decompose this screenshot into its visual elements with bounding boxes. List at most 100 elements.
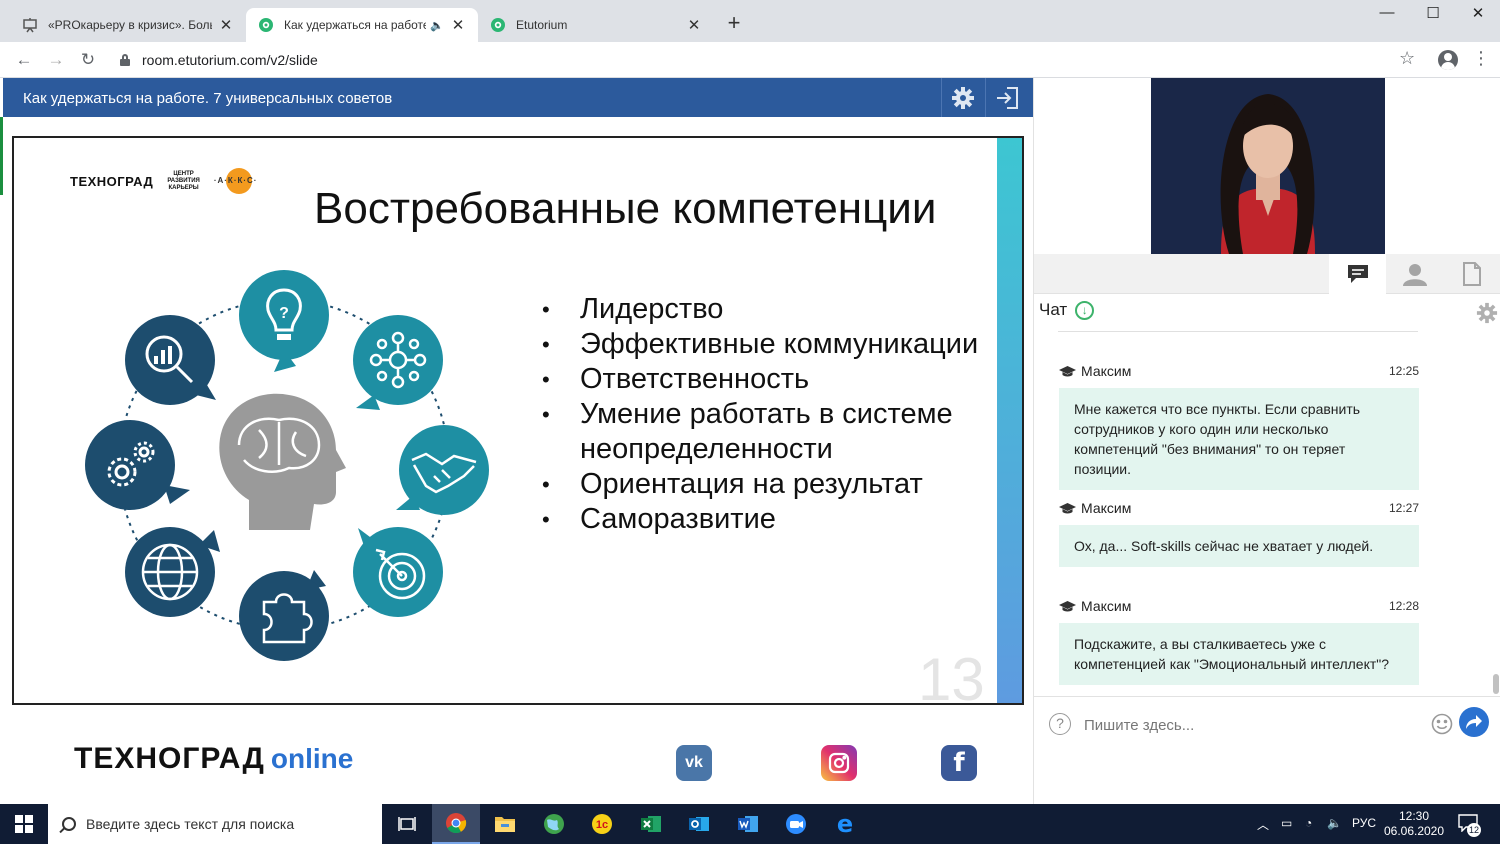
chat-panel-tabs — [1034, 254, 1500, 294]
list-item: Эффективные коммуникации — [542, 327, 982, 362]
target-icon — [353, 527, 443, 617]
chat-tab-button[interactable] — [1329, 254, 1386, 294]
chat-input-bar: ? Пишите здесь... — [1034, 696, 1500, 748]
menu-kebab-icon[interactable]: ⋮ — [1472, 48, 1490, 69]
1c-taskbar-button[interactable]: 1c — [578, 804, 626, 844]
technograd-logo: ТЕХНОГРАД — [70, 173, 154, 189]
chat-separator — [1058, 331, 1418, 332]
message-bubble: Мне кажется что все пункты. Если сравнит… — [1059, 388, 1419, 490]
task-view-button[interactable] — [383, 804, 431, 844]
svg-text:e: e — [837, 813, 853, 835]
analytics-magnifier-icon — [125, 315, 216, 405]
gear-icon — [1476, 302, 1498, 324]
system-clock[interactable]: 12:30 06.06.2020 — [1380, 809, 1448, 839]
windows-start-button[interactable] — [0, 804, 48, 844]
facebook-icon[interactable]: f — [941, 745, 977, 781]
head-brain-icon — [219, 393, 346, 530]
speaker-icon[interactable]: 🔈 — [430, 19, 444, 32]
profile-avatar-icon[interactable] — [1438, 50, 1458, 70]
language-indicator[interactable]: РУС — [1352, 816, 1376, 830]
reload-icon[interactable]: ↻ — [76, 48, 100, 72]
new-tab-button[interactable]: + — [722, 12, 746, 36]
chrome-taskbar-button[interactable] — [432, 804, 480, 844]
battery-icon[interactable]: ▭ — [1281, 816, 1292, 830]
presentation-slide: ТЕХНОГРАД ЦЕНТР РАЗВИТИЯ КАРЬЕРЫ ·А·К·К·С·… — [12, 136, 1024, 705]
chat-input[interactable]: Пишите здесь... — [1084, 717, 1194, 734]
left-accent-strip — [0, 117, 3, 195]
task-view-icon — [398, 817, 416, 831]
globe-app-icon — [544, 814, 564, 834]
slide-page-number: 13 — [918, 646, 985, 705]
files-tab-button[interactable] — [1443, 254, 1500, 294]
chat-scrollbar[interactable] — [1493, 674, 1499, 694]
exit-button[interactable] — [985, 78, 1028, 117]
message-author: Максим — [1081, 500, 1132, 516]
tab-active-lesson[interactable]: Как удержаться на работе. 7 универсальны… — [246, 8, 478, 42]
message-meta: Максим 12:27 — [1059, 499, 1419, 517]
presenter-avatar — [1151, 78, 1385, 254]
vk-icon[interactable]: vk — [676, 745, 712, 781]
exit-icon — [997, 86, 1018, 109]
maps-taskbar-button[interactable] — [530, 804, 578, 844]
tab-close-icon[interactable]: ✕ — [686, 16, 702, 34]
lock-icon — [120, 54, 130, 66]
message-bubble: Ох, да... Soft-skills сейчас не хватает … — [1059, 525, 1419, 567]
presentation-header: Как удержаться на работе. 7 универсальны… — [3, 78, 1033, 117]
zoom-taskbar-button[interactable] — [772, 804, 820, 844]
message-bubble: Подскажите, а вы сталкиваетесь уже с ком… — [1059, 623, 1419, 685]
chat-message: Максим 12:25 Мне кажется что все пункты.… — [1059, 362, 1419, 490]
word-taskbar-button[interactable] — [724, 804, 772, 844]
zoom-icon — [786, 814, 806, 834]
wifi-icon[interactable]: ◔ — [1305, 816, 1312, 830]
download-arrow-icon[interactable]: ↓ — [1075, 300, 1095, 320]
close-window-icon[interactable]: ✕ — [1455, 4, 1500, 28]
technograd-online-logo: ТЕХНОГРАД online — [74, 742, 353, 776]
forward-icon[interactable]: → — [44, 48, 68, 72]
tab-close-icon[interactable]: ✕ — [450, 16, 466, 34]
emoji-smile-icon[interactable] — [1431, 713, 1453, 740]
back-icon[interactable]: ← — [12, 48, 36, 72]
instagram-icon[interactable] — [821, 745, 857, 781]
notifications-button[interactable]: 12 — [1458, 814, 1482, 837]
chat-header: Чат ↓ — [1039, 300, 1095, 320]
maximize-icon[interactable]: ☐ — [1410, 4, 1456, 28]
outlook-taskbar-button[interactable] — [675, 804, 723, 844]
tab-prokarieru[interactable]: «PROкарьеру в кризис». Больше ✕ — [10, 8, 246, 42]
handshake-icon — [396, 425, 489, 515]
minimize-icon[interactable]: — — [1364, 4, 1410, 28]
competency-list: Лидерство Эффективные коммуникации Ответ… — [542, 292, 982, 537]
tab-title: Etutorium — [516, 18, 568, 32]
list-item: Ориентация на результат — [542, 467, 982, 502]
taskbar-search-input[interactable]: Введите здесь текст для поиска — [48, 804, 382, 844]
clock-time: 12:30 — [1398, 809, 1430, 823]
excel-taskbar-button[interactable] — [627, 804, 675, 844]
explorer-taskbar-button[interactable] — [481, 804, 529, 844]
message-meta: Максим 12:28 — [1059, 597, 1419, 615]
tab-close-icon[interactable]: ✕ — [218, 16, 234, 34]
help-question-icon[interactable]: ? — [1049, 713, 1071, 735]
network-icon — [353, 315, 443, 410]
presenter-video — [1151, 78, 1385, 254]
chat-settings-button[interactable] — [1476, 302, 1498, 329]
chat-bubble-icon — [1347, 265, 1368, 283]
message-time: 12:25 — [1388, 364, 1419, 378]
settings-button[interactable] — [941, 78, 984, 117]
edge-taskbar-button[interactable]: e — [821, 804, 869, 844]
word-icon — [738, 816, 758, 832]
competencies-infographic: ? — [85, 270, 489, 661]
tray-chevron-icon[interactable]: ︿ — [1257, 816, 1269, 833]
logo-main-text: ТЕХНОГРАД — [74, 742, 265, 775]
akks-logo: ·А·К·К·С· — [214, 168, 260, 194]
graduation-cap-icon — [1059, 600, 1076, 612]
slide-gradient-bar — [997, 138, 1022, 703]
svg-text:1c: 1c — [596, 819, 608, 831]
etutorium-icon — [490, 17, 506, 33]
send-button[interactable] — [1459, 707, 1489, 737]
volume-icon[interactable]: 🔈 — [1327, 816, 1342, 830]
participants-tab-button[interactable] — [1386, 254, 1443, 294]
tab-etutorium[interactable]: Etutorium ✕ — [478, 8, 714, 42]
url-input[interactable]: room.etutorium.com/v2/slide — [110, 47, 1428, 73]
windows-logo-icon — [15, 815, 33, 833]
bookmark-star-icon[interactable]: ☆ — [1399, 48, 1415, 69]
folder-icon — [495, 817, 515, 832]
